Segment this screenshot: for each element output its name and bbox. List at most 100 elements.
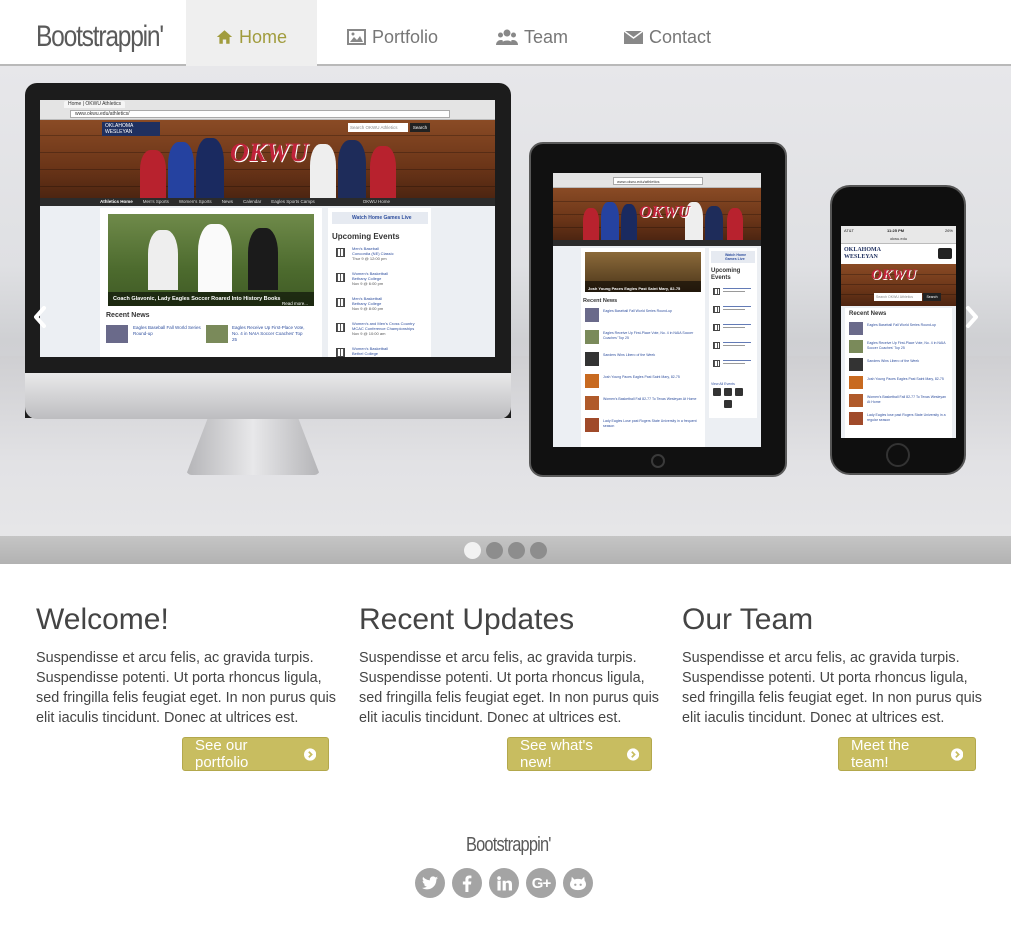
event-item[interactable]: Women's Basketball Bethany College Nov 9 @… bbox=[352, 271, 428, 286]
group-icon bbox=[496, 29, 518, 45]
site-nav-item[interactable]: Eagles Sports Camps bbox=[271, 199, 315, 204]
facebook-icon[interactable] bbox=[452, 868, 482, 898]
site-nav-item[interactable]: OKWU Home bbox=[363, 199, 390, 204]
tablet-calendar-icon bbox=[713, 324, 720, 331]
tablet-event-line bbox=[723, 324, 751, 325]
nav-team[interactable]: Team bbox=[466, 0, 598, 66]
tablet-watch-live[interactable]: Watch Home Games Live bbox=[711, 251, 755, 263]
read-more-link[interactable]: Read more... bbox=[282, 301, 308, 306]
event-item[interactable]: Women's and Men's Cross Country MCAC Conf… bbox=[352, 321, 428, 336]
site-search-button[interactable]: Search bbox=[410, 123, 430, 132]
carousel-dot-1[interactable] bbox=[464, 542, 481, 559]
tablet-news-item[interactable]: Lady Eagles Lose past Rogers State Unive… bbox=[603, 419, 699, 428]
tablet-twitter-icon[interactable] bbox=[724, 388, 732, 396]
updates-section: Recent Updates Suspendisse et arcu felis… bbox=[359, 600, 659, 728]
phone-search-input[interactable]: Search OKWU Athletics bbox=[874, 293, 922, 301]
tablet-calendar-icon bbox=[713, 288, 720, 295]
brand-logo[interactable]: Bootstrappin' bbox=[36, 20, 164, 54]
whats-new-button-label: See what's new! bbox=[520, 737, 593, 771]
tablet-flickr-icon[interactable] bbox=[724, 400, 732, 408]
phone-news-item[interactable]: Eagles Baseball Fall World Series Round-… bbox=[867, 323, 949, 328]
tablet-calendar-icon bbox=[713, 360, 720, 367]
github-icon[interactable] bbox=[563, 868, 593, 898]
tablet-banner: OKWU bbox=[553, 188, 761, 240]
tablet-view-all-events[interactable]: View All Events bbox=[711, 382, 735, 386]
site-main-column: Coach Glavonic, Lady Eagles Soccer Roare… bbox=[100, 208, 322, 357]
nav-home[interactable]: Home bbox=[186, 0, 317, 66]
site-search-input[interactable]: Search OKWU Athletics bbox=[348, 123, 408, 132]
tablet-browser-chrome: www.okwu.edu/athletics bbox=[553, 173, 761, 188]
carousel-indicators bbox=[0, 536, 1011, 564]
site-logo: OKWU bbox=[230, 138, 309, 167]
site-nav-item[interactable]: Men's Sports bbox=[143, 199, 169, 204]
tablet-main-column: Josh Young Paces Eagles Past Saint Mary,… bbox=[581, 248, 705, 447]
phone-search-button[interactable]: Search bbox=[923, 293, 941, 301]
footer-brand[interactable]: Bootstrappin' bbox=[466, 834, 551, 857]
phone-news-item[interactable]: Sanders Wins Libero of the Week bbox=[867, 359, 949, 364]
phone-news-item[interactable]: Eagles Receive Up First-Place Vote, No. … bbox=[867, 341, 949, 350]
tablet-calendar-icon bbox=[713, 342, 720, 349]
browser-chrome: Home | OKWU Athletics www.okwu.edu/athle… bbox=[40, 100, 495, 120]
site-nav: Athletics Home Men's Sports Women's Sports… bbox=[40, 198, 495, 206]
phone-screen: AT&T 11:25 PM 26% okwu.edu OKLAHOMA WESL… bbox=[841, 226, 956, 438]
phone-menu-icon[interactable] bbox=[938, 248, 952, 259]
google-plus-icon[interactable]: G+ bbox=[526, 868, 556, 898]
tablet-slide-photo: Josh Young Paces Eagles Past Saint Mary,… bbox=[585, 252, 701, 292]
carousel-prev-icon[interactable] bbox=[30, 302, 50, 332]
whats-new-button[interactable]: See what's new! bbox=[507, 737, 652, 771]
calendar-icon bbox=[336, 248, 345, 257]
tablet-news-item[interactable]: Eagles Receive Up First-Place Vote, No. … bbox=[603, 331, 699, 340]
phone-news-thumb bbox=[849, 412, 863, 425]
carousel-dot-2[interactable] bbox=[486, 542, 503, 559]
nav-team-label: Team bbox=[524, 26, 569, 47]
linkedin-icon[interactable] bbox=[489, 868, 519, 898]
picture-icon bbox=[347, 29, 366, 45]
site-nav-items: Athletics Home Men's Sports Women's Sports… bbox=[100, 198, 400, 206]
watch-live-link[interactable]: Watch Home Games Live bbox=[332, 212, 428, 224]
updates-text: Suspendisse et arcu felis, ac gravida tu… bbox=[359, 650, 659, 726]
updates-heading: Recent Updates bbox=[359, 603, 575, 636]
tablet-home-button bbox=[651, 454, 665, 468]
event-item[interactable]: Men's Basketball Bethany College Nov 9 @ 8… bbox=[352, 296, 428, 311]
event-item[interactable]: Women's BasketballBethel CollegeNov 9 @ … bbox=[352, 346, 428, 357]
nav-portfolio[interactable]: Portfolio bbox=[317, 0, 468, 66]
tablet-instagram-icon[interactable] bbox=[735, 388, 743, 396]
meet-team-button[interactable]: Meet the team! bbox=[838, 737, 976, 771]
news-item-2[interactable]: Eagles Receive Up First-Place Vote, No. … bbox=[232, 325, 306, 343]
phone-news-item[interactable]: Lady Eagles lose past Rogers State Unive… bbox=[867, 413, 949, 422]
site-nav-item[interactable]: News bbox=[222, 199, 233, 204]
phone-news-item[interactable]: Josh Young Paces Eagles Past Saint Mary,… bbox=[867, 377, 949, 382]
site-nav-item[interactable]: Athletics Home bbox=[100, 199, 133, 204]
carousel-next-icon[interactable] bbox=[962, 302, 982, 332]
chevron-circle-right-icon bbox=[950, 747, 963, 761]
tablet-news-item[interactable]: Josh Young Paces Eagles Past Saint Mary,… bbox=[603, 375, 699, 380]
carousel-dot-4[interactable] bbox=[530, 542, 547, 559]
phone-carrier: AT&T bbox=[844, 228, 854, 233]
event-item[interactable]: Men's Baseball Concordia (NE) Classic Thur… bbox=[352, 246, 428, 261]
upcoming-events-heading: Upcoming Events bbox=[332, 232, 400, 241]
tablet-event-line bbox=[723, 309, 745, 310]
tablet-news-item[interactable]: Women's Basketball Fall 82-77 To Texas W… bbox=[603, 397, 699, 402]
nav-contact[interactable]: Contact bbox=[594, 0, 741, 66]
tablet-upcoming-heading: Upcoming Events bbox=[711, 268, 741, 281]
site-nav-item[interactable]: Calendar bbox=[243, 199, 261, 204]
phone-news-thumb bbox=[849, 322, 863, 335]
portfolio-button[interactable]: See our portfolio bbox=[182, 737, 329, 771]
tablet-site-body: Josh Young Paces Eagles Past Saint Mary,… bbox=[553, 246, 761, 447]
calendar-icon bbox=[336, 273, 345, 282]
tablet-news-item[interactable]: Eagles Baseball Fall World Series Round-… bbox=[603, 309, 699, 314]
event-date: Nov 9 @ 8:00 pm bbox=[352, 356, 428, 357]
tablet-news-thumb bbox=[585, 418, 599, 432]
carousel-dot-3[interactable] bbox=[508, 542, 525, 559]
site-body: Coach Glavonic, Lady Eagles Soccer Roare… bbox=[40, 206, 495, 357]
site-nav-item[interactable]: Women's Sports bbox=[179, 199, 212, 204]
tablet-news-item[interactable]: Sanders Wins Libero of the Week bbox=[603, 353, 699, 358]
twitter-icon[interactable] bbox=[415, 868, 445, 898]
home-icon bbox=[216, 30, 233, 44]
calendar-icon bbox=[336, 348, 345, 357]
news-item-1[interactable]: Eagles Baseball Fall World Series Round-… bbox=[133, 325, 203, 337]
tablet-facebook-icon[interactable] bbox=[713, 388, 721, 396]
tablet-recent-news-heading: Recent News bbox=[583, 298, 618, 304]
phone-news-item[interactable]: Women's Basketball Fall 82-77 To Texas W… bbox=[867, 395, 949, 404]
nav-contact-label: Contact bbox=[649, 26, 712, 47]
